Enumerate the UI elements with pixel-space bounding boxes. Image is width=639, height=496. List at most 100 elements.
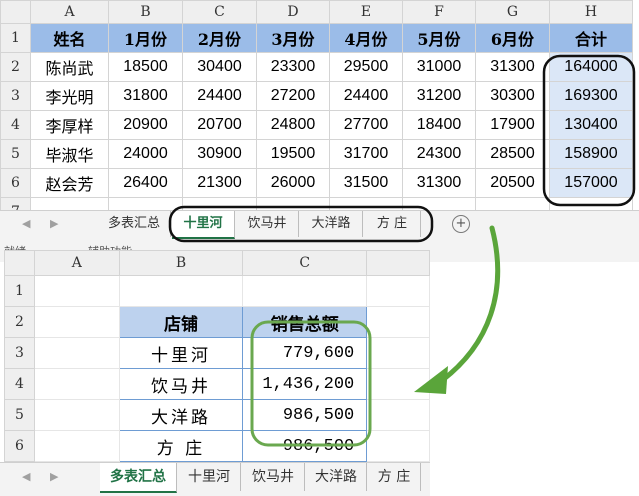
column-header[interactable]: A [30,0,109,24]
value-cell[interactable]: 29500 [329,52,403,82]
row-header[interactable]: 5 [0,139,31,169]
name-cell[interactable]: 陈尚武 [30,52,109,82]
column-header[interactable]: B [118,250,244,276]
value-cell[interactable]: 24800 [256,110,330,140]
row-header[interactable]: 6 [0,168,31,198]
sheet-tab[interactable]: 大洋路 [300,211,363,237]
empty-cell[interactable] [33,337,120,369]
sheet-tab[interactable]: 十里河 [178,463,241,491]
row-header[interactable]: 1 [4,275,35,307]
sales-total-cell[interactable]: 986,500 [242,399,368,431]
left-arrow-icon[interactable]: ◀ [22,463,30,489]
store-cell[interactable]: 大洋路 [118,399,244,431]
header-cell[interactable]: 4月份 [329,23,403,53]
column-header[interactable]: C [182,0,257,24]
sales-total-cell[interactable]: 1,436,200 [242,368,368,400]
name-cell[interactable]: 赵会芳 [30,168,109,198]
empty-cell[interactable] [33,430,120,462]
header-cell[interactable]: 1月份 [108,23,183,53]
sheet-tab[interactable]: 方 庄 [364,211,421,237]
empty-cell[interactable] [33,399,120,431]
value-cell[interactable]: 19500 [256,139,330,169]
row-header[interactable]: 4 [4,368,35,400]
sheet-tab[interactable]: 饮马井 [236,211,299,237]
row-header[interactable]: 2 [4,306,35,338]
value-cell[interactable]: 26000 [256,168,330,198]
row-header[interactable]: 2 [0,52,31,82]
header-cell[interactable]: 店铺 [118,306,244,338]
empty-cell[interactable] [33,275,120,307]
empty-cell[interactable] [366,275,430,307]
value-cell[interactable]: 26400 [108,168,183,198]
header-cell[interactable]: 2月份 [182,23,257,53]
header-cell[interactable]: 姓名 [30,23,109,53]
row-header[interactable]: 1 [0,23,31,53]
row-header[interactable]: 6 [4,430,35,462]
sheet-tab[interactable]: 多表汇总 [98,211,171,237]
value-cell[interactable]: 30900 [182,139,257,169]
select-all-corner[interactable] [0,0,31,24]
column-header[interactable]: E [329,0,403,24]
value-cell[interactable]: 20500 [475,168,550,198]
column-header[interactable] [366,250,430,276]
total-cell[interactable]: 157000 [549,168,633,198]
value-cell[interactable]: 17900 [475,110,550,140]
value-cell[interactable]: 27700 [329,110,403,140]
store-cell[interactable]: 方 庄 [118,430,244,462]
total-cell[interactable]: 130400 [549,110,633,140]
value-cell[interactable]: 31800 [108,81,183,111]
column-header[interactable]: C [242,250,368,276]
sheet-tab[interactable]: 方 庄 [368,463,421,491]
total-cell[interactable]: 158900 [549,139,633,169]
empty-cell[interactable] [33,368,120,400]
row-header[interactable]: 5 [4,399,35,431]
value-cell[interactable]: 20900 [108,110,183,140]
value-cell[interactable]: 30300 [475,81,550,111]
value-cell[interactable]: 31300 [402,168,476,198]
sales-total-cell[interactable]: 779,600 [242,337,368,369]
column-header[interactable]: D [256,0,330,24]
row-header[interactable]: 3 [0,81,31,111]
column-header[interactable]: A [33,250,120,276]
value-cell[interactable]: 20700 [182,110,257,140]
value-cell[interactable]: 24000 [108,139,183,169]
empty-cell[interactable] [33,306,120,338]
empty-cell[interactable] [366,337,430,369]
header-cell[interactable]: 合计 [549,23,633,53]
sheet-tab-active[interactable]: 多表汇总 [100,463,177,493]
value-cell[interactable]: 21300 [182,168,257,198]
empty-cell[interactable] [366,430,430,462]
total-cell[interactable]: 164000 [549,52,633,82]
empty-cell[interactable] [366,399,430,431]
column-header[interactable]: H [549,0,633,24]
value-cell[interactable]: 24300 [402,139,476,169]
left-arrow-icon[interactable]: ◀ [22,211,30,237]
value-cell[interactable]: 18500 [108,52,183,82]
column-header[interactable]: F [402,0,476,24]
value-cell[interactable]: 31200 [402,81,476,111]
sheet-tab-active[interactable]: 十里河 [172,211,235,239]
value-cell[interactable]: 31700 [329,139,403,169]
select-all-corner[interactable] [4,250,35,276]
add-sheet-icon[interactable]: + [452,215,470,233]
empty-cell[interactable] [366,306,430,338]
right-arrow-icon[interactable]: ▶ [50,211,58,237]
empty-cell[interactable] [242,275,368,307]
value-cell[interactable]: 31300 [475,52,550,82]
empty-cell[interactable] [118,275,244,307]
value-cell[interactable]: 24400 [329,81,403,111]
value-cell[interactable]: 31500 [329,168,403,198]
value-cell[interactable]: 28500 [475,139,550,169]
value-cell[interactable]: 24400 [182,81,257,111]
total-cell[interactable]: 169300 [549,81,633,111]
store-cell[interactable]: 十里河 [118,337,244,369]
name-cell[interactable]: 李光明 [30,81,109,111]
value-cell[interactable]: 30400 [182,52,257,82]
sheet-tab[interactable]: 饮马井 [242,463,305,491]
right-arrow-icon[interactable]: ▶ [50,463,58,489]
column-header[interactable]: B [108,0,183,24]
header-cell[interactable]: 3月份 [256,23,330,53]
empty-cell[interactable] [366,368,430,400]
header-cell[interactable]: 销售总额 [242,306,368,338]
name-cell[interactable]: 毕淑华 [30,139,109,169]
